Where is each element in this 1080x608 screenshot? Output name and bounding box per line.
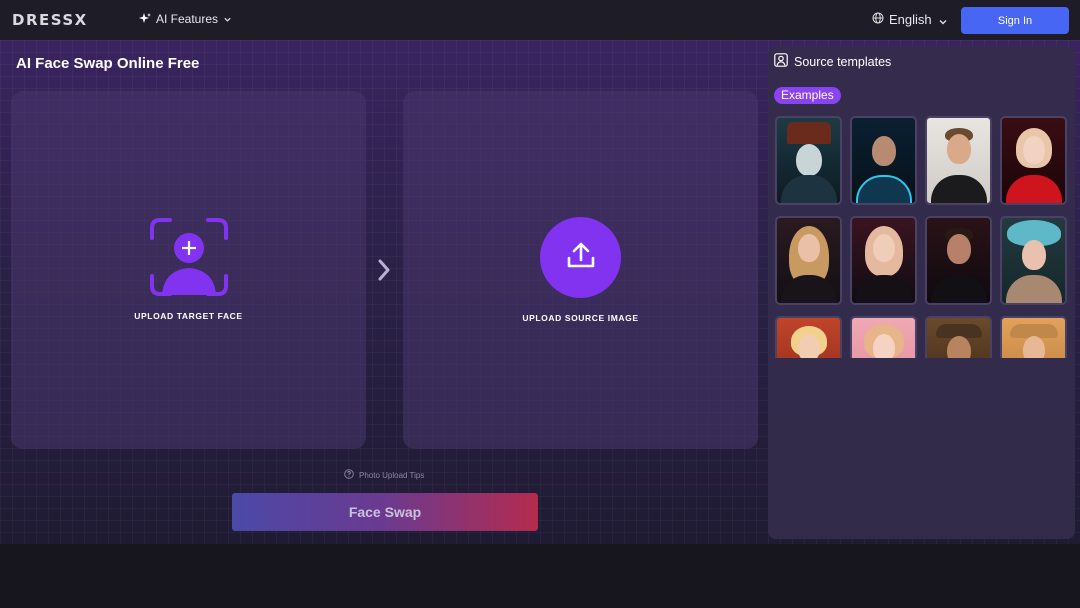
language-selector[interactable]: English (872, 12, 932, 27)
body (1005, 175, 1062, 203)
logo[interactable]: DRESSX (12, 11, 88, 29)
upload-target-label: UPLOAD TARGET FACE (134, 311, 243, 321)
tips-label: Photo Upload Tips (359, 470, 425, 480)
top-nav: DRESSX AI Features English Sign In (0, 0, 1080, 40)
sparkle-icon (139, 13, 151, 25)
template-thumbnail[interactable] (1000, 116, 1067, 205)
template-thumbnail[interactable] (925, 116, 992, 205)
ai-features-label: AI Features (156, 12, 219, 26)
template-thumbnail[interactable] (775, 216, 842, 305)
template-grid (775, 116, 1069, 358)
language-label: English (889, 12, 932, 27)
template-thumbnail[interactable] (925, 316, 992, 358)
help-circle-icon (344, 469, 354, 481)
ai-features-menu[interactable]: AI Features (139, 12, 232, 26)
face-swap-button[interactable]: Face Swap (232, 493, 538, 531)
face (872, 234, 895, 262)
face (1021, 240, 1046, 270)
body (780, 175, 837, 203)
template-thumbnail[interactable] (925, 216, 992, 305)
face (797, 334, 820, 358)
portrait-icon (774, 53, 788, 70)
template-thumbnail[interactable] (850, 116, 917, 205)
face (797, 234, 820, 262)
chevron-down-icon (223, 15, 232, 24)
template-thumbnail[interactable] (1000, 216, 1067, 305)
face (946, 134, 971, 164)
body (855, 175, 912, 203)
face (795, 144, 822, 176)
upload-source-label: UPLOAD SOURCE IMAGE (522, 313, 639, 323)
template-thumbnail[interactable] (775, 316, 842, 358)
chevron-down-icon[interactable] (938, 14, 948, 32)
face (1022, 336, 1045, 358)
face (871, 136, 896, 166)
upload-target-panel[interactable]: UPLOAD TARGET FACE (11, 91, 366, 449)
page-title: AI Face Swap Online Free (16, 55, 200, 72)
upload-source-button[interactable] (540, 217, 621, 298)
body (1005, 275, 1062, 303)
sign-in-button[interactable]: Sign In (961, 7, 1069, 34)
sidebar-title: Source templates (794, 54, 892, 69)
globe-icon (872, 12, 884, 27)
template-thumbnail[interactable] (850, 316, 917, 358)
face (872, 334, 895, 358)
upload-source-panel[interactable]: UPLOAD SOURCE IMAGE (403, 91, 758, 449)
template-thumbnail[interactable] (1000, 316, 1067, 358)
chevron-right-icon (377, 259, 391, 286)
hat (786, 122, 831, 144)
face (1022, 136, 1045, 164)
body (930, 175, 987, 203)
template-thumbnail[interactable] (850, 216, 917, 305)
add-face-icon (150, 218, 228, 301)
source-templates-panel: Source templates Examples (768, 46, 1075, 539)
body (930, 275, 987, 303)
body (780, 275, 837, 303)
body (855, 275, 912, 303)
footer-area (0, 544, 1080, 608)
face (946, 336, 971, 358)
photo-upload-tips[interactable]: Photo Upload Tips (344, 469, 424, 481)
template-thumbnail[interactable] (775, 116, 842, 205)
sidebar-header: Source templates (774, 53, 891, 70)
face (946, 234, 971, 264)
tab-examples[interactable]: Examples (774, 87, 841, 104)
upload-icon (566, 240, 596, 275)
